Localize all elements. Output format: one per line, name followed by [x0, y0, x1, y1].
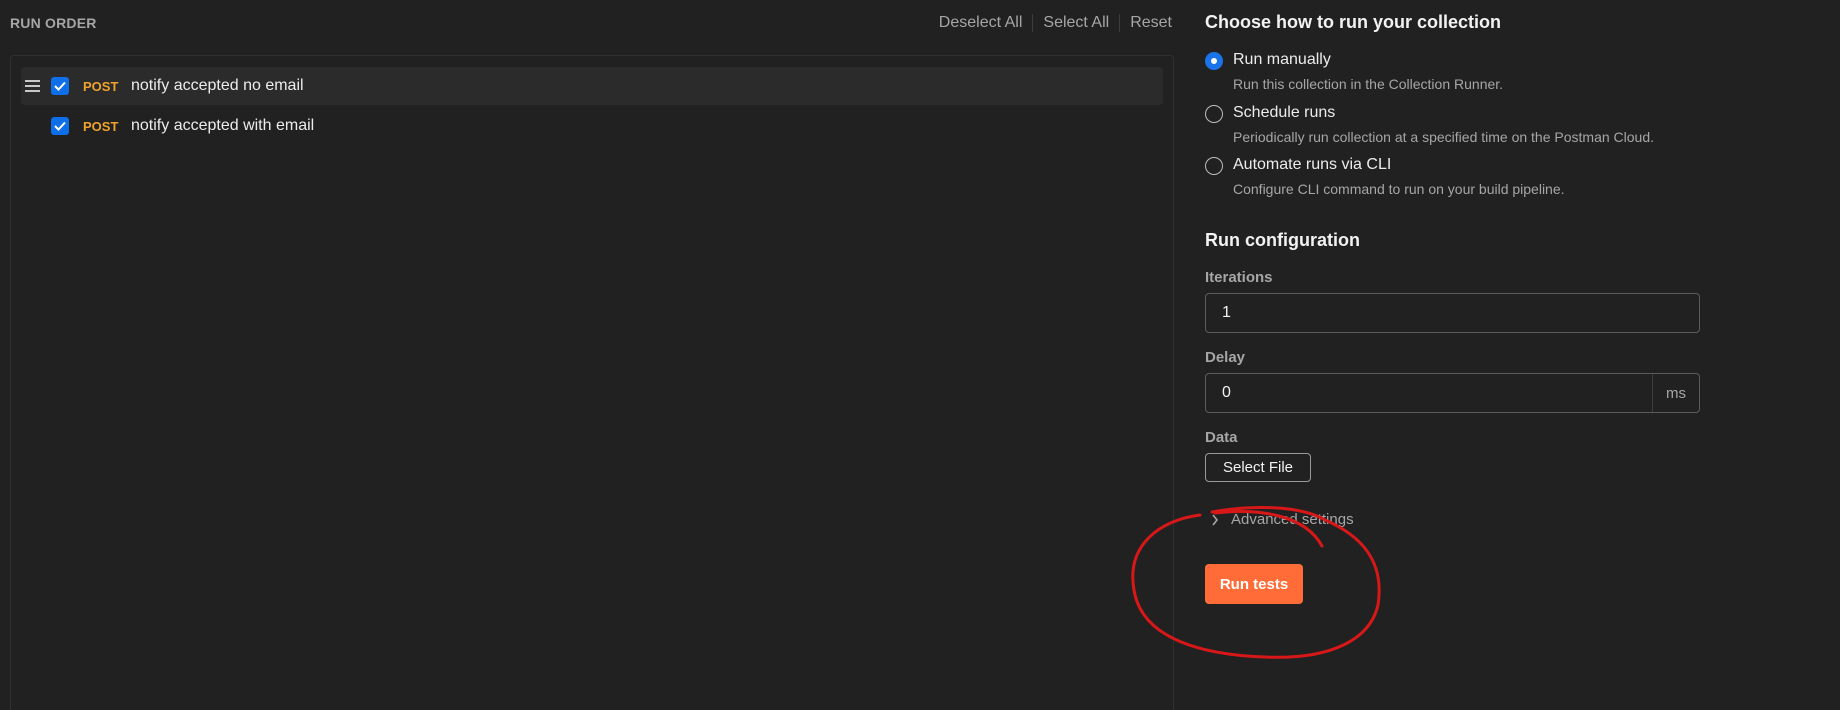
delay-input[interactable]: [1206, 384, 1652, 402]
schedule-runs-option[interactable]: Schedule runs Periodically run collectio…: [1205, 103, 1654, 153]
option-description: Configure CLI command to run on your bui…: [1233, 181, 1565, 197]
request-checkbox[interactable]: [51, 77, 69, 95]
method-badge: POST: [83, 78, 119, 94]
delay-label: Delay: [1205, 349, 1246, 366]
check-icon: [54, 81, 66, 91]
run-manually-option[interactable]: Run manually Run this collection in the …: [1205, 50, 1503, 100]
request-row[interactable]: POST notify accepted no email: [21, 67, 1163, 105]
radio-unselected[interactable]: [1205, 157, 1223, 175]
select-all-button[interactable]: Select All: [1033, 14, 1119, 32]
run-order-panel: RUN ORDER Deselect All Select All Reset: [0, 0, 1186, 710]
option-description: Run this collection in the Collection Ru…: [1233, 76, 1504, 92]
run-config-heading: Run configuration: [1205, 230, 1360, 250]
automate-cli-option[interactable]: Automate runs via CLI Configure CLI comm…: [1205, 155, 1565, 205]
advanced-settings-toggle[interactable]: Advanced settings: [1211, 511, 1354, 528]
delay-field[interactable]: ms: [1205, 373, 1700, 413]
iterations-label: Iterations: [1205, 269, 1273, 286]
deselect-all-button[interactable]: Deselect All: [929, 14, 1033, 32]
request-list: POST notify accepted no email POST notif…: [10, 55, 1174, 710]
run-order-actions: Deselect All Select All Reset: [929, 14, 1176, 32]
advanced-settings-label: Advanced settings: [1231, 511, 1354, 528]
option-label: Run manually: [1233, 51, 1331, 68]
chevron-right-icon: [1212, 514, 1219, 525]
run-order-header: RUN ORDER Deselect All Select All Reset: [10, 12, 1176, 34]
run-order-title: RUN ORDER: [10, 15, 97, 31]
request-name: notify accepted no email: [131, 77, 304, 94]
option-label: Schedule runs: [1233, 104, 1336, 121]
run-settings-panel: Choose how to run your collection Run ma…: [1205, 0, 1805, 710]
radio-selected[interactable]: [1205, 52, 1223, 70]
option-label: Automate runs via CLI: [1233, 156, 1392, 173]
iterations-input[interactable]: [1206, 304, 1699, 322]
check-icon: [54, 121, 66, 131]
request-checkbox[interactable]: [51, 117, 69, 135]
option-description: Periodically run collection at a specifi…: [1233, 129, 1654, 145]
run-mode-heading: Choose how to run your collection: [1205, 12, 1502, 32]
request-name: notify accepted with email: [131, 117, 315, 134]
data-label: Data: [1205, 429, 1238, 446]
request-row[interactable]: POST notify accepted with email: [21, 107, 1163, 145]
delay-unit: ms: [1652, 374, 1699, 412]
reset-button[interactable]: Reset: [1120, 14, 1176, 32]
run-tests-button[interactable]: Run tests: [1205, 564, 1303, 604]
drag-handle-icon[interactable]: [21, 80, 45, 92]
radio-unselected[interactable]: [1205, 105, 1223, 123]
select-file-button[interactable]: Select File: [1205, 453, 1311, 482]
iterations-field[interactable]: [1205, 293, 1700, 333]
method-badge: POST: [83, 118, 119, 134]
collection-runner: RUN ORDER Deselect All Select All Reset: [0, 0, 1840, 710]
